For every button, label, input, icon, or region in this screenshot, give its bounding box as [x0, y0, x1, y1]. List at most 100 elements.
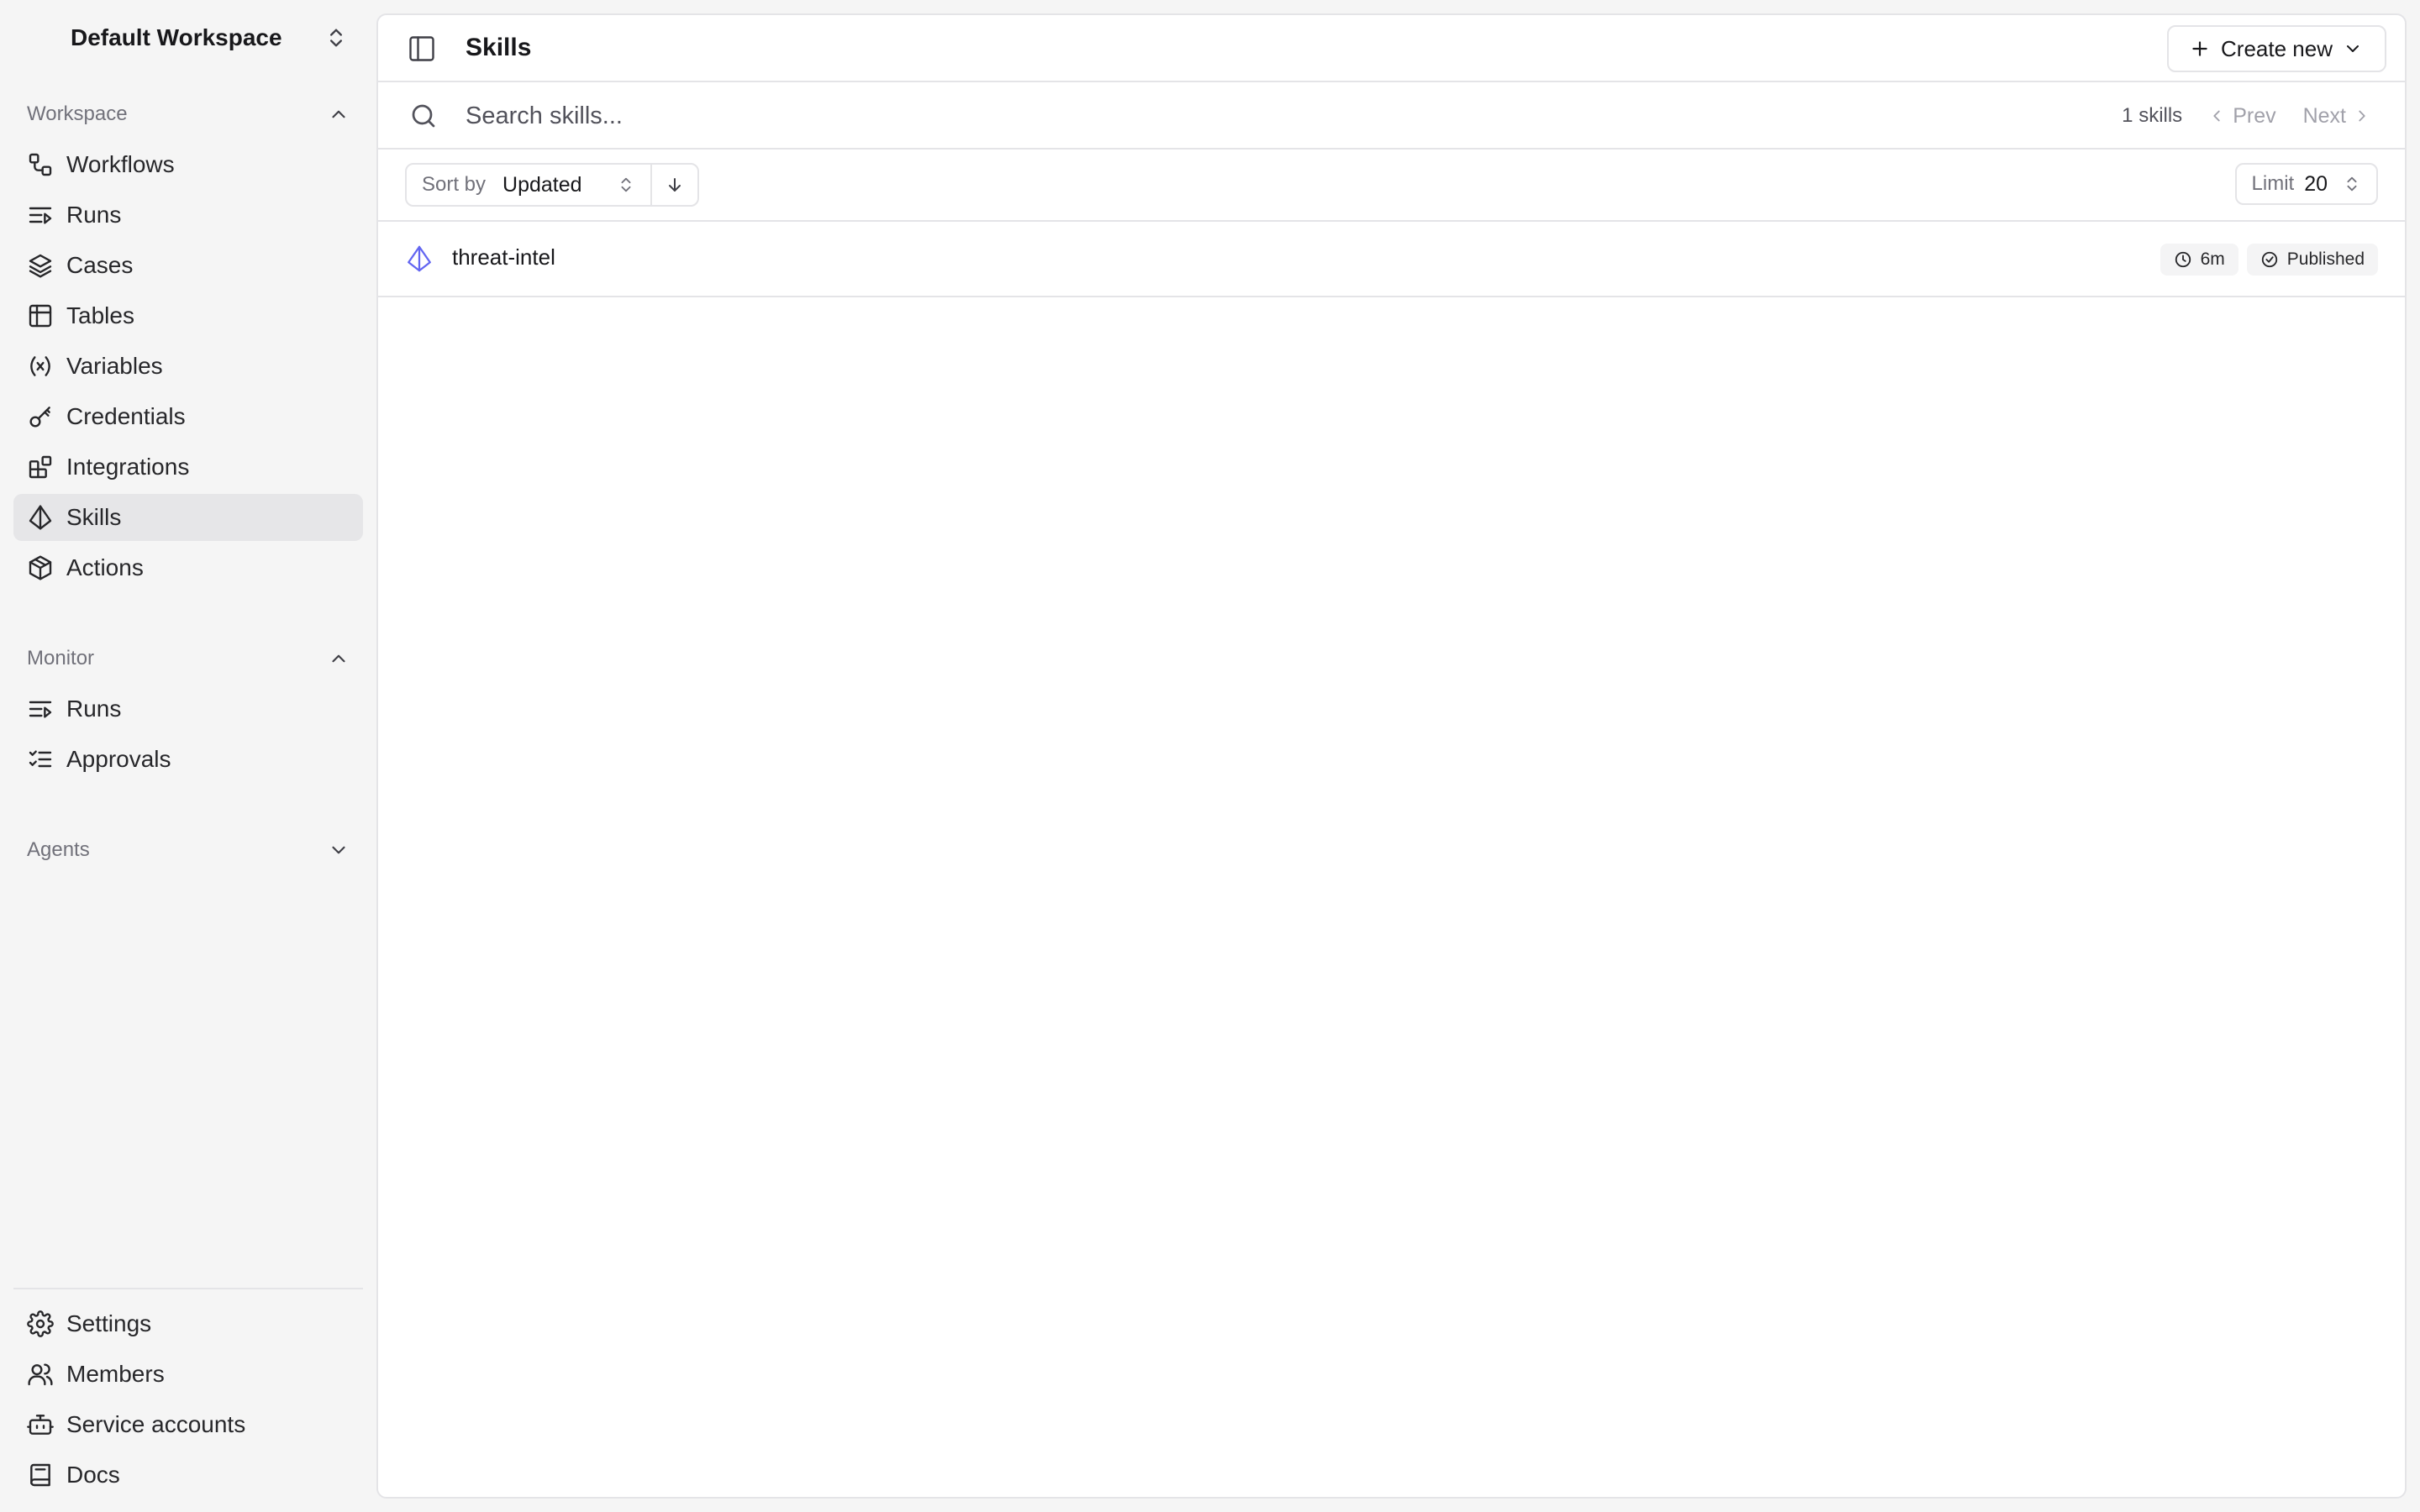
limit-value: 20	[2304, 171, 2328, 196]
workflow-icon	[29, 153, 52, 176]
sidebar-item-runs[interactable]: Runs	[13, 192, 363, 239]
status-badge: Published	[2246, 244, 2378, 276]
sidebar-item-label: Actions	[66, 554, 144, 580]
agents-group-header[interactable]: Agents	[13, 833, 363, 867]
next-page-button[interactable]: Next	[2303, 104, 2371, 129]
workspace-group-header[interactable]: Workspace	[13, 97, 363, 131]
create-new-label: Create new	[2221, 35, 2333, 61]
list-item[interactable]: threat-intel 6m Published	[378, 222, 2405, 297]
create-new-button[interactable]: Create new	[2167, 25, 2386, 72]
sidebar-item-docs[interactable]: Docs	[13, 1452, 363, 1499]
sidebar-item-monitor-runs[interactable]: Runs	[13, 685, 363, 732]
sidebar-item-label: Skills	[66, 504, 122, 530]
skill-name: threat-intel	[452, 244, 555, 270]
sidebar-item-settings[interactable]: Settings	[13, 1300, 363, 1347]
chevron-down-icon	[332, 846, 345, 854]
sidebar-item-credentials[interactable]: Credentials	[13, 393, 363, 440]
sidebar-item-tables[interactable]: Tables	[13, 292, 363, 339]
sidebar-item-actions[interactable]: Actions	[13, 544, 363, 591]
workspace-name: Default Workspace	[71, 24, 282, 50]
sidebar-item-members[interactable]: Members	[13, 1351, 363, 1398]
workspace-switcher[interactable]: Default Workspace	[71, 22, 348, 54]
layers-icon	[29, 254, 52, 278]
search-bar: 1 skills Prev Next	[378, 82, 2405, 150]
box-icon	[29, 555, 52, 580]
pagination: 1 skills Prev Next	[2122, 82, 2371, 150]
runs-icon	[29, 701, 52, 718]
sidebar-item-label: Credentials	[66, 403, 186, 429]
skill-icon	[408, 245, 431, 272]
limit-select[interactable]: Limit 20	[2234, 163, 2378, 205]
check-circle-icon	[2261, 251, 2277, 268]
chevron-down-icon	[2347, 45, 2359, 52]
sidebar-item-label: Integrations	[66, 454, 190, 480]
sidebar-item-service-accounts[interactable]: Service accounts	[13, 1401, 363, 1448]
arrow-down-icon	[669, 178, 681, 192]
workspace-group-label: Workspace	[27, 102, 128, 125]
sidebar-item-label: Variables	[66, 353, 163, 379]
skill-icon	[29, 505, 52, 530]
page-header: Skills Create new	[378, 15, 2405, 82]
clock-icon	[2175, 251, 2191, 268]
sidebar-item-label: Approvals	[66, 746, 171, 772]
sidebar-item-label: Service accounts	[66, 1411, 246, 1437]
chevrons-up-down-icon	[330, 29, 342, 47]
agents-group-label: Agents	[27, 838, 90, 861]
sort-direction-button[interactable]	[652, 165, 697, 205]
chevron-up-icon	[332, 654, 345, 663]
updated-text: 6m	[2200, 249, 2225, 269]
runs-icon	[29, 207, 52, 224]
monitor-group-label: Monitor	[27, 647, 95, 669]
sidebar-item-cases[interactable]: Cases	[13, 242, 363, 289]
sidebar-item-label: Tables	[66, 302, 134, 328]
sidebar-item-workflows[interactable]: Workflows	[13, 141, 363, 188]
sidebar: Default Workspace Workspace Workflows Ru…	[0, 0, 376, 1512]
list-toolbar: Sort by Updated Limit 20	[378, 150, 2405, 222]
chevron-right-icon	[2359, 110, 2365, 122]
sidebar-item-label: Members	[66, 1361, 165, 1387]
chevron-up-icon	[332, 110, 345, 118]
sort-by-select[interactable]: Sort by Updated	[407, 165, 652, 205]
sidebar-divider	[13, 1288, 363, 1289]
sidebar-item-integrations[interactable]: Integrations	[13, 444, 363, 491]
plus-icon	[2192, 41, 2207, 56]
gear-icon	[27, 1310, 54, 1337]
prev-page-button[interactable]: Prev	[2207, 103, 2276, 129]
sidebar-item-label: Runs	[66, 202, 122, 228]
skill-badges: 6m Published	[2160, 244, 2378, 276]
limit-prefix: Limit	[2251, 172, 2295, 195]
checklist-icon	[29, 750, 52, 768]
sidebar-item-skills[interactable]: Skills	[13, 494, 363, 541]
bot-icon	[27, 1415, 54, 1435]
variable-icon	[30, 356, 50, 376]
table-icon	[29, 304, 52, 328]
key-icon	[29, 407, 50, 428]
book-icon	[30, 1463, 50, 1487]
sidebar-item-label: Cases	[66, 252, 134, 278]
users-icon	[28, 1363, 53, 1386]
page-title: Skills	[466, 34, 532, 61]
chevron-left-icon	[2213, 110, 2220, 122]
next-label: Next	[2302, 103, 2346, 128]
sidebar-item-label: Settings	[66, 1310, 152, 1336]
sort-by-value: Updated	[502, 172, 582, 197]
updated-badge: 6m	[2160, 244, 2238, 276]
chevrons-up-down-icon	[621, 177, 631, 192]
result-count: 1 skills	[2122, 104, 2183, 127]
search-input[interactable]	[466, 94, 2062, 138]
sidebar-item-variables[interactable]: Variables	[13, 343, 363, 390]
sidebar-item-approvals[interactable]: Approvals	[13, 736, 363, 783]
blocks-icon	[29, 455, 52, 479]
search-icon	[412, 104, 435, 128]
sidebar-item-label: Runs	[66, 696, 122, 722]
chevrons-up-down-icon	[2347, 176, 2357, 192]
sort-by-prefix: Sort by	[422, 173, 487, 196]
sidebar-item-label: Workflows	[66, 151, 175, 177]
prev-label: Prev	[2233, 103, 2276, 128]
sidebar-toggle-icon[interactable]	[407, 34, 437, 64]
monitor-group-header[interactable]: Monitor	[13, 642, 363, 675]
status-text: Published	[2286, 249, 2365, 269]
sort-control: Sort by Updated	[405, 163, 699, 207]
sidebar-item-label: Docs	[66, 1462, 120, 1488]
main-panel: Skills Create new 1 skills Prev Next Sor…	[376, 13, 2407, 1499]
